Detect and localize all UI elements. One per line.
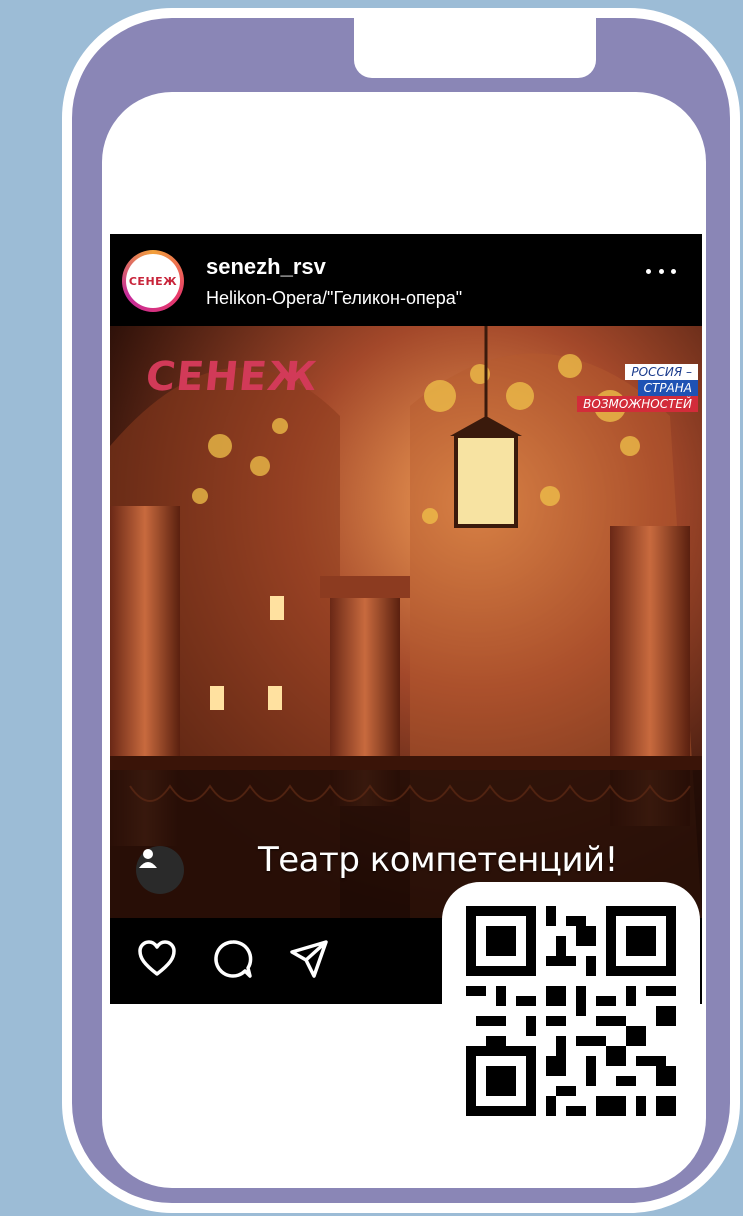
avatar-inner: СЕНЕЖ xyxy=(126,254,180,308)
russia-badge: РОССИЯ – СТРАНА ВОЗМОЖНОСТЕЙ xyxy=(558,364,698,418)
post-media[interactable]: СЕНЕЖ РОССИЯ – СТРАНА ВОЗМОЖНОСТЕЙ Театр… xyxy=(110,326,702,918)
brand-logo: СЕНЕЖ xyxy=(143,354,320,400)
badge-line-1: РОССИЯ – xyxy=(625,364,698,380)
more-horizontal-icon[interactable] xyxy=(646,264,676,278)
user-tag-button[interactable] xyxy=(136,846,184,894)
comment-icon[interactable] xyxy=(212,938,254,980)
phone-notch xyxy=(354,18,596,78)
send-icon[interactable] xyxy=(288,938,330,980)
heart-icon[interactable] xyxy=(136,938,178,980)
avatar-logo-text: СЕНЕЖ xyxy=(128,274,178,288)
username[interactable]: senezh_rsv xyxy=(206,254,326,280)
qr-code-icon xyxy=(466,906,676,1116)
location[interactable]: Helikon-Opera/"Геликон-опера" xyxy=(206,288,462,309)
video-caption: Театр компетенций! xyxy=(258,840,618,880)
post-header: СЕНЕЖ senezh_rsv Helikon-Opera/"Геликон-… xyxy=(110,234,702,326)
avatar[interactable]: СЕНЕЖ xyxy=(122,250,184,312)
badge-line-2: СТРАНА xyxy=(637,380,698,396)
badge-line-3: ВОЗМОЖНОСТЕЙ xyxy=(577,396,698,412)
qr-card xyxy=(442,882,700,1140)
person-icon xyxy=(139,849,157,868)
